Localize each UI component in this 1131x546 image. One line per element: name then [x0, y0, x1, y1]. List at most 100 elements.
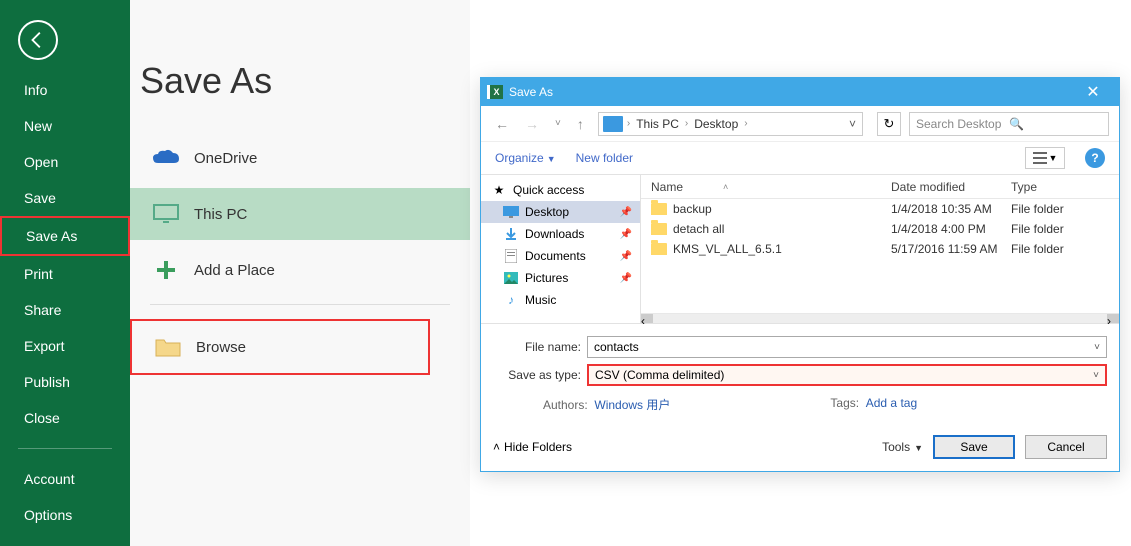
sidebar-item-export[interactable]: Export — [0, 328, 130, 364]
tree-desktop[interactable]: Desktop 📌 — [481, 201, 640, 223]
tags-label: Tags: — [830, 396, 859, 410]
dropdown-icon[interactable]: ˅ — [1094, 342, 1100, 353]
col-name-header[interactable]: Name˄ — [641, 180, 891, 194]
filetype-label: Save as type: — [493, 368, 587, 382]
file-row[interactable]: backup 1/4/2018 10:35 AM File folder — [641, 199, 1119, 219]
location-add-place[interactable]: Add a Place — [130, 244, 470, 296]
pin-icon: 📌 — [620, 207, 632, 218]
tools-menu[interactable]: Tools▼ — [882, 440, 923, 454]
filetype-select[interactable]: CSV (Comma delimited) ˅ — [587, 364, 1107, 386]
tree-documents[interactable]: Documents 📌 — [481, 245, 640, 267]
filename-input[interactable]: contacts ˅ — [587, 336, 1107, 358]
location-onedrive[interactable]: OneDrive — [130, 132, 470, 184]
search-input[interactable]: Search Desktop 🔍 — [909, 112, 1109, 136]
scroll-right-button[interactable]: › — [1107, 314, 1119, 323]
close-button[interactable]: ✕ — [1073, 82, 1113, 102]
filename-value: contacts — [594, 340, 639, 354]
authors-value[interactable]: Windows 用户 — [594, 398, 670, 412]
tree-music[interactable]: ♪ Music — [481, 289, 640, 311]
pin-icon: 📌 — [620, 229, 632, 240]
file-name: detach all — [673, 222, 724, 236]
metadata-row: Authors: Windows 用户 Tags: Add a tag — [493, 392, 1107, 423]
location-label: Add a Place — [194, 262, 275, 279]
nav-forward-button[interactable]: → — [521, 114, 543, 134]
save-button[interactable]: Save — [933, 435, 1015, 459]
sidebar-item-new[interactable]: New — [0, 108, 130, 144]
tree-quick-access[interactable]: ★ Quick access — [481, 179, 640, 201]
tree-pictures[interactable]: Pictures 📌 — [481, 267, 640, 289]
backstage-main: Save As OneDrive This PC Add a Place Bro… — [130, 0, 470, 546]
refresh-button[interactable]: ↻ — [877, 112, 901, 136]
folder-icon — [651, 223, 667, 235]
nav-recent-button[interactable]: ˅ — [551, 116, 565, 131]
dialog-title: Save As — [509, 85, 553, 99]
folder-icon — [651, 243, 667, 255]
search-icon: 🔍 — [1009, 117, 1102, 131]
new-folder-button[interactable]: New folder — [576, 151, 633, 165]
file-name: KMS_VL_ALL_6.5.1 — [673, 242, 782, 256]
col-date-header[interactable]: Date modified — [891, 180, 1011, 194]
scroll-track[interactable] — [653, 314, 1107, 323]
tree-label: Quick access — [513, 183, 584, 197]
file-list: Name˄ Date modified Type backup 1/4/2018… — [641, 175, 1119, 323]
excel-backstage: Info New Open Save Save As Print Share E… — [0, 0, 470, 546]
file-date: 1/4/2018 4:00 PM — [891, 222, 1011, 236]
save-as-dialog: X Save As ✕ ← → ˅ ↑ › This PC › Desktop … — [480, 77, 1120, 472]
crumb-sep: › — [744, 118, 747, 129]
page-title: Save As — [140, 60, 470, 102]
sidebar-item-open[interactable]: Open — [0, 144, 130, 180]
desktop-icon — [503, 205, 519, 219]
dropdown-icon[interactable]: ˅ — [1093, 370, 1099, 381]
cancel-button[interactable]: Cancel — [1025, 435, 1107, 459]
hide-folders-label: Hide Folders — [504, 440, 572, 454]
tags-value[interactable]: Add a tag — [866, 396, 917, 410]
sidebar-item-save[interactable]: Save — [0, 180, 130, 216]
folder-tree: ★ Quick access Desktop 📌 Downloads 📌 Doc… — [481, 175, 641, 323]
file-row[interactable]: KMS_VL_ALL_6.5.1 5/17/2016 11:59 AM File… — [641, 239, 1119, 259]
dialog-nav: ← → ˅ ↑ › This PC › Desktop › ˅ ↻ Search… — [481, 106, 1119, 142]
sidebar-item-account[interactable]: Account — [0, 461, 130, 497]
location-this-pc[interactable]: This PC — [130, 188, 470, 240]
address-bar[interactable]: › This PC › Desktop › ˅ — [598, 112, 863, 136]
col-type-header[interactable]: Type — [1011, 180, 1119, 194]
filetype-value: CSV (Comma delimited) — [595, 368, 724, 382]
tree-label: Downloads — [525, 227, 584, 241]
sort-asc-icon: ˄ — [723, 182, 728, 192]
filename-label: File name: — [493, 340, 587, 354]
nav-up-button[interactable]: ↑ — [573, 114, 588, 134]
address-dropdown[interactable]: ˅ — [843, 117, 862, 131]
organize-menu[interactable]: Organize▼ — [495, 151, 556, 165]
sidebar-item-info[interactable]: Info — [0, 72, 130, 108]
list-icon — [1033, 152, 1047, 164]
help-button[interactable]: ? — [1085, 148, 1105, 168]
hide-folders-button[interactable]: ˄ Hide Folders — [493, 440, 572, 454]
documents-icon — [503, 249, 519, 263]
file-type: File folder — [1011, 222, 1119, 236]
sidebar-item-options[interactable]: Options — [0, 497, 130, 533]
dialog-toolbar: Organize▼ New folder ▼ ? — [481, 142, 1119, 174]
folder-icon — [651, 203, 667, 215]
horizontal-scrollbar[interactable]: ‹ › — [641, 313, 1119, 323]
sidebar-divider — [18, 448, 112, 449]
location-browse[interactable]: Browse — [130, 319, 430, 375]
view-options-button[interactable]: ▼ — [1025, 147, 1065, 169]
file-row[interactable]: detach all 1/4/2018 4:00 PM File folder — [641, 219, 1119, 239]
sidebar-item-print[interactable]: Print — [0, 256, 130, 292]
tree-label: Pictures — [525, 271, 568, 285]
folder-icon — [152, 333, 184, 361]
pictures-icon — [503, 271, 519, 285]
dialog-titlebar[interactable]: X Save As ✕ — [481, 78, 1119, 106]
chevron-up-icon: ˄ — [493, 440, 500, 454]
sidebar-item-close[interactable]: Close — [0, 400, 130, 436]
scroll-left-button[interactable]: ‹ — [641, 314, 653, 323]
nav-back-button[interactable]: ← — [491, 114, 513, 134]
crumb-this-pc[interactable]: This PC — [630, 117, 685, 131]
sidebar-item-save-as[interactable]: Save As — [0, 216, 130, 256]
crumb-desktop[interactable]: Desktop — [688, 117, 744, 131]
file-header: Name˄ Date modified Type — [641, 175, 1119, 199]
sidebar-item-publish[interactable]: Publish — [0, 364, 130, 400]
tree-downloads[interactable]: Downloads 📌 — [481, 223, 640, 245]
sidebar-item-share[interactable]: Share — [0, 292, 130, 328]
back-button[interactable] — [18, 20, 58, 60]
location-divider — [150, 304, 450, 305]
